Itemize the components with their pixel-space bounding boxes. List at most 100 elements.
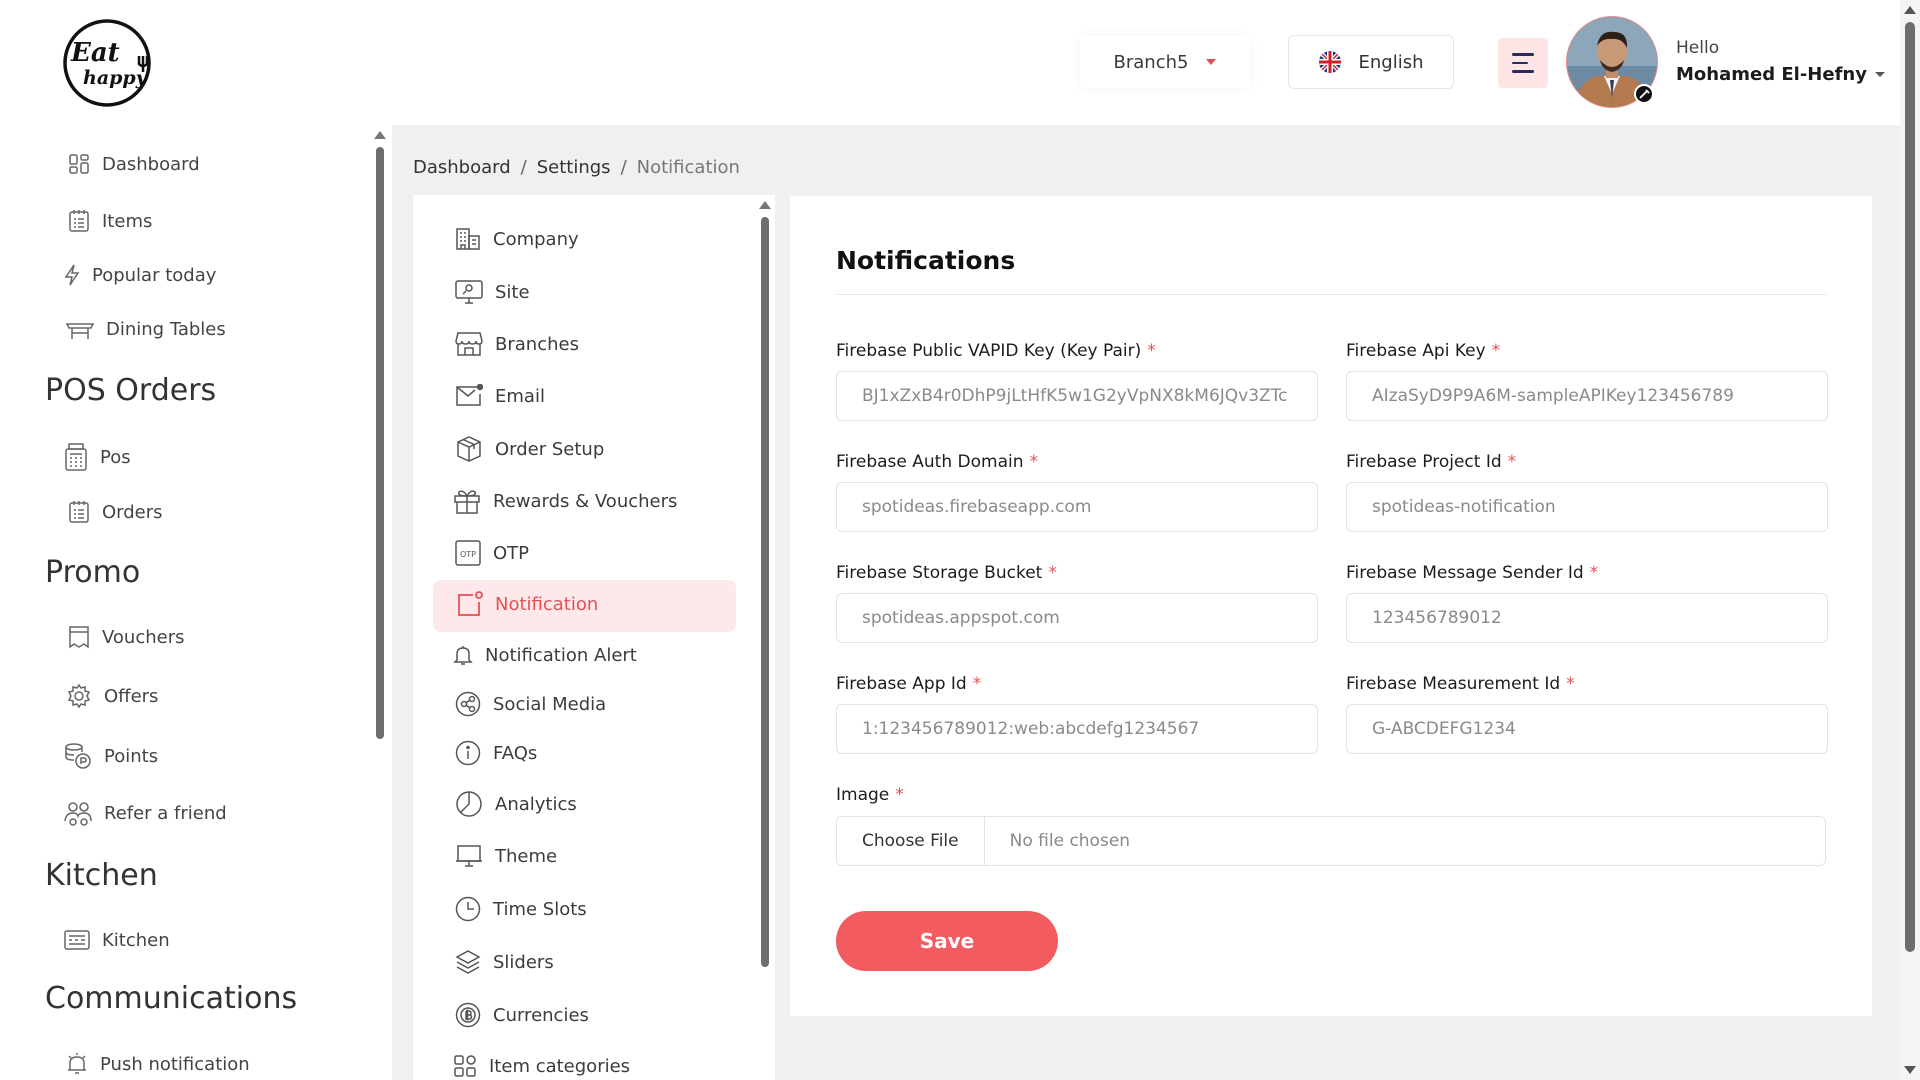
settings-item-notification-alert[interactable]: Notification Alert <box>453 644 637 666</box>
sidebar-item-popular-today[interactable]: Popular today <box>64 264 216 286</box>
image-label: Image * <box>836 785 904 805</box>
sidebar-item-label: Vouchers <box>102 626 185 648</box>
settings-item-item-categories[interactable]: Item categories <box>453 1054 630 1078</box>
sidebar-item-points[interactable]: Points <box>64 742 158 770</box>
message-sender-id-label: Firebase Message Sender Id * <box>1346 563 1599 583</box>
voucher-icon <box>69 626 89 649</box>
project-id-input[interactable] <box>1346 482 1828 532</box>
sidebar-item-label: Kitchen <box>102 929 170 951</box>
uk-flag-icon <box>1318 51 1341 73</box>
categories-icon <box>454 1055 476 1077</box>
lightning-icon <box>64 264 80 286</box>
settings-item-analytics[interactable]: Analytics <box>455 790 577 818</box>
page-scrollbar[interactable] <box>1905 22 1915 952</box>
settings-item-label: Social Media <box>493 693 607 715</box>
settings-item-company[interactable]: Company <box>455 227 579 251</box>
settings-item-label: Currencies <box>493 1004 589 1026</box>
layers-icon <box>455 950 481 974</box>
settings-item-rewards-vouchers[interactable]: Rewards & Vouchers <box>453 488 677 514</box>
sidebar-item-label: Refer a friend <box>104 802 227 824</box>
sidebar-item-orders[interactable]: Orders <box>68 500 163 524</box>
settings-item-social-media[interactable]: Social Media <box>455 691 606 717</box>
menu-line-icon <box>1512 53 1534 56</box>
language-selector[interactable]: English <box>1288 35 1454 89</box>
sidebar-item-refer-a-friend[interactable]: Refer a friend <box>64 799 227 827</box>
breadcrumb-settings[interactable]: Settings <box>537 157 611 178</box>
image-file-input[interactable]: Choose File No file chosen <box>836 816 1826 866</box>
settings-item-label: Email <box>495 385 545 407</box>
branch-selector[interactable]: Branch5 <box>1080 36 1250 88</box>
settings-item-label: Theme <box>495 845 558 867</box>
app-id-input[interactable] <box>836 704 1318 754</box>
settings-item-faqs[interactable]: FAQs <box>455 740 537 766</box>
storage-bucket-label: Firebase Storage Bucket * <box>836 563 1057 583</box>
branch-label: Branch5 <box>1113 51 1189 73</box>
settings-item-email[interactable]: Email <box>455 384 545 408</box>
clock-icon <box>455 896 481 922</box>
settings-item-label: Item categories <box>489 1055 631 1077</box>
gift-icon <box>454 490 480 514</box>
title-divider <box>836 294 1826 295</box>
settings-item-theme[interactable]: Theme <box>455 844 557 868</box>
settings-item-sliders[interactable]: Sliders <box>455 949 554 975</box>
sidebar-scrollbar[interactable] <box>376 147 384 739</box>
sidebar-item-pos[interactable]: Pos <box>64 443 131 471</box>
breadcrumb-dashboard[interactable]: Dashboard <box>413 157 511 178</box>
eat-happy-logo[interactable]: Eat happy <box>57 16 157 108</box>
sidebar-item-vouchers[interactable]: Vouchers <box>68 625 185 649</box>
settings-item-label: Sliders <box>493 951 554 973</box>
sidebar-item-items[interactable]: Items <box>68 209 152 233</box>
message-sender-id-input[interactable] <box>1346 593 1828 643</box>
settings-item-branches[interactable]: Branches <box>455 331 579 357</box>
analytics-icon <box>456 791 482 817</box>
sidebar-item-dining-tables[interactable]: Dining Tables <box>66 319 226 340</box>
otp-icon: OTP <box>455 540 481 566</box>
settings-item-otp[interactable]: OTP OTP <box>455 540 529 566</box>
settings-item-label: Time Slots <box>493 898 587 920</box>
settings-item-time-slots[interactable]: Time Slots <box>455 896 587 922</box>
section-heading-promo: Promo <box>45 555 141 590</box>
info-icon <box>455 740 481 766</box>
api-key-input[interactable] <box>1346 371 1828 421</box>
items-icon <box>69 210 89 232</box>
sidebar-item-label: Orders <box>102 501 163 523</box>
settings-item-label: Analytics <box>495 793 577 815</box>
breadcrumb-current: Notification <box>636 157 740 178</box>
points-icon <box>65 743 91 769</box>
settings-item-label: Notification Alert <box>485 644 637 666</box>
menu-line-icon <box>1512 70 1534 73</box>
measurement-id-input[interactable] <box>1346 704 1828 754</box>
user-avatar[interactable] <box>1564 16 1660 108</box>
settings-item-label: Company <box>493 228 579 250</box>
user-menu-trigger[interactable]: Mohamed El-Hefny <box>1676 64 1885 85</box>
breadcrumb-separator: / <box>520 157 527 178</box>
sidebar-item-kitchen[interactable]: Kitchen <box>64 929 170 951</box>
sidebar-item-label: Dining Tables <box>106 319 226 340</box>
user-name: Mohamed El-Hefny <box>1676 64 1867 85</box>
sidebar-item-label: Offers <box>104 685 159 707</box>
settings-item-currencies[interactable]: Currencies <box>455 1002 589 1028</box>
choose-file-button[interactable]: Choose File <box>837 817 985 865</box>
svg-text:happy: happy <box>83 67 149 89</box>
hamburger-menu-button[interactable] <box>1498 38 1548 88</box>
auth-domain-input[interactable] <box>836 482 1318 532</box>
sidebar-item-label: Items <box>102 210 153 232</box>
scroll-up-arrow-icon[interactable] <box>1904 6 1916 14</box>
save-button[interactable]: Save <box>836 911 1058 971</box>
top-header: Eat happy Branch5 English Hello Mohamed … <box>0 0 1900 125</box>
settings-item-site[interactable]: Site <box>455 279 530 305</box>
sidebar-item-dashboard[interactable]: Dashboard <box>68 153 200 175</box>
notifications-panel: Notifications Firebase Public VAPID Key … <box>790 196 1872 1016</box>
vapid-key-input[interactable] <box>836 371 1318 421</box>
auth-domain-label: Firebase Auth Domain * <box>836 452 1038 472</box>
sidebar-item-offers[interactable]: Offers <box>66 683 158 709</box>
settings-item-notification[interactable]: Notification <box>455 591 598 617</box>
storage-bucket-input[interactable] <box>836 593 1318 643</box>
sidebar-item-push-notification[interactable]: Push notification <box>66 1052 250 1076</box>
scroll-up-arrow-icon[interactable] <box>759 201 771 209</box>
settings-menu-scrollbar[interactable] <box>761 217 769 967</box>
language-label: English <box>1358 51 1424 73</box>
scroll-down-arrow-icon[interactable] <box>1904 1066 1916 1074</box>
settings-item-order-setup[interactable]: Order Setup <box>455 435 604 463</box>
scroll-up-arrow-icon[interactable] <box>374 131 386 139</box>
